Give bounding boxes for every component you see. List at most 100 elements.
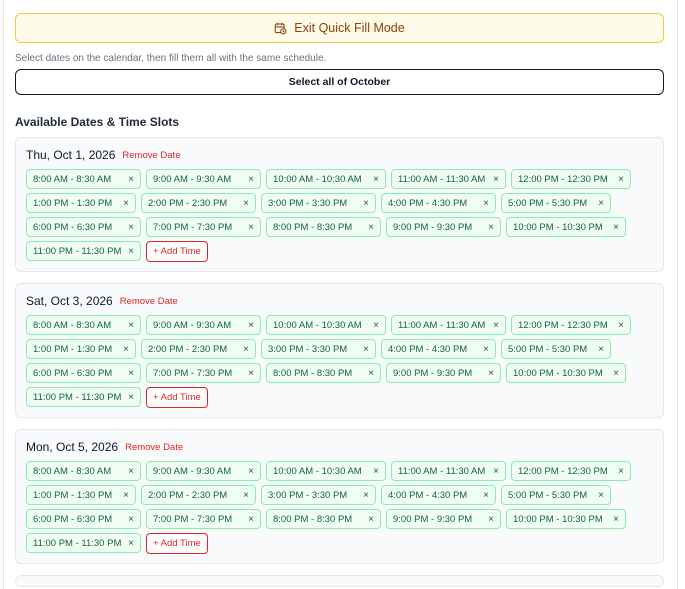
time-slot-chip[interactable]: 11:00 AM - 11:30 AM × <box>391 169 506 189</box>
time-slot-chip[interactable]: 8:00 AM - 8:30 AM × <box>26 169 141 189</box>
remove-slot-icon[interactable]: × <box>493 174 499 185</box>
time-slot-chip[interactable]: 6:00 PM - 6:30 PM × <box>26 509 141 529</box>
time-slot-chip[interactable]: 10:00 PM - 10:30 PM × <box>506 217 626 237</box>
remove-slot-icon[interactable]: × <box>368 368 374 379</box>
remove-slot-icon[interactable]: × <box>248 466 254 477</box>
time-slot-chip[interactable]: 9:00 PM - 9:30 PM × <box>386 509 501 529</box>
remove-slot-icon[interactable]: × <box>248 174 254 185</box>
remove-slot-icon[interactable]: × <box>483 344 489 355</box>
time-slot-chip[interactable]: 11:00 PM - 11:30 PM × <box>26 387 141 407</box>
remove-slot-icon[interactable]: × <box>128 368 134 379</box>
remove-slot-icon[interactable]: × <box>128 466 134 477</box>
remove-slot-icon[interactable]: × <box>248 368 254 379</box>
remove-slot-icon[interactable]: × <box>128 246 134 257</box>
time-slot-chip[interactable]: 7:00 PM - 7:30 PM × <box>146 217 261 237</box>
time-slot-chip[interactable]: 9:00 AM - 9:30 AM × <box>146 461 261 481</box>
time-slot-chip[interactable]: 1:00 PM - 1:30 PM × <box>26 485 136 505</box>
time-slot-chip[interactable]: 8:00 PM - 8:30 PM × <box>266 217 381 237</box>
remove-slot-icon[interactable]: × <box>248 514 254 525</box>
remove-slot-icon[interactable]: × <box>493 320 499 331</box>
time-slot-chip[interactable]: 3:00 PM - 3:30 PM × <box>261 193 376 213</box>
time-slot-chip[interactable]: 4:00 PM - 4:30 PM × <box>381 193 496 213</box>
time-slot-chip[interactable]: 6:00 PM - 6:30 PM × <box>26 363 141 383</box>
remove-slot-icon[interactable]: × <box>128 514 134 525</box>
time-slot-chip[interactable]: 10:00 AM - 10:30 AM × <box>266 315 386 335</box>
remove-slot-icon[interactable]: × <box>488 368 494 379</box>
time-slot-chip[interactable]: 1:00 PM - 1:30 PM × <box>26 339 136 359</box>
remove-slot-icon[interactable]: × <box>613 514 619 525</box>
remove-slot-icon[interactable]: × <box>613 222 619 233</box>
remove-slot-icon[interactable]: × <box>618 320 624 331</box>
remove-date-button[interactable]: Remove Date <box>120 296 178 307</box>
remove-slot-icon[interactable]: × <box>373 320 379 331</box>
remove-slot-icon[interactable]: × <box>363 344 369 355</box>
remove-slot-icon[interactable]: × <box>128 222 134 233</box>
time-slot-chip[interactable]: 3:00 PM - 3:30 PM × <box>261 485 376 505</box>
remove-slot-icon[interactable]: × <box>248 222 254 233</box>
remove-slot-icon[interactable]: × <box>613 368 619 379</box>
exit-quick-fill-button[interactable]: Exit Quick Fill Mode <box>15 13 664 43</box>
remove-slot-icon[interactable]: × <box>128 538 134 549</box>
remove-date-button[interactable]: Remove Date <box>125 442 183 453</box>
remove-slot-icon[interactable]: × <box>363 198 369 209</box>
time-slot-chip[interactable]: 9:00 AM - 9:30 AM × <box>146 315 261 335</box>
remove-slot-icon[interactable]: × <box>128 320 134 331</box>
remove-slot-icon[interactable]: × <box>368 222 374 233</box>
add-time-button[interactable]: + Add Time <box>146 533 208 554</box>
time-slot-chip[interactable]: 6:00 PM - 6:30 PM × <box>26 217 141 237</box>
time-slot-chip[interactable]: 2:00 PM - 2:30 PM × <box>141 193 256 213</box>
remove-slot-icon[interactable]: × <box>483 198 489 209</box>
time-slot-chip[interactable]: 8:00 AM - 8:30 AM × <box>26 461 141 481</box>
add-time-button[interactable]: + Add Time <box>146 387 208 408</box>
time-slot-chip[interactable]: 10:00 AM - 10:30 AM × <box>266 169 386 189</box>
remove-slot-icon[interactable]: × <box>483 490 489 501</box>
time-slot-chip[interactable]: 7:00 PM - 7:30 PM × <box>146 363 261 383</box>
select-all-month-button[interactable]: Select all of October <box>15 69 664 95</box>
remove-slot-icon[interactable]: × <box>243 198 249 209</box>
time-slot-chip[interactable]: 11:00 AM - 11:30 AM × <box>391 315 506 335</box>
time-slot-chip[interactable]: 4:00 PM - 4:30 PM × <box>381 485 496 505</box>
remove-slot-icon[interactable]: × <box>618 174 624 185</box>
remove-slot-icon[interactable]: × <box>243 490 249 501</box>
time-slot-chip[interactable]: 8:00 PM - 8:30 PM × <box>266 363 381 383</box>
remove-slot-icon[interactable]: × <box>243 344 249 355</box>
time-slot-chip[interactable]: 10:00 PM - 10:30 PM × <box>506 509 626 529</box>
time-slot-chip[interactable]: 2:00 PM - 2:30 PM × <box>141 485 256 505</box>
remove-slot-icon[interactable]: × <box>123 490 129 501</box>
time-slot-chip[interactable]: 5:00 PM - 5:30 PM × <box>501 485 611 505</box>
time-slot-chip[interactable]: 4:00 PM - 4:30 PM × <box>381 339 496 359</box>
remove-slot-icon[interactable]: × <box>598 344 604 355</box>
remove-slot-icon[interactable]: × <box>248 320 254 331</box>
remove-slot-icon[interactable]: × <box>488 514 494 525</box>
remove-slot-icon[interactable]: × <box>488 222 494 233</box>
time-slot-chip[interactable]: 9:00 AM - 9:30 AM × <box>146 169 261 189</box>
time-slot-chip[interactable]: 11:00 PM - 11:30 PM × <box>26 241 141 261</box>
time-slot-chip[interactable]: 9:00 PM - 9:30 PM × <box>386 363 501 383</box>
time-slot-chip[interactable]: 11:00 AM - 11:30 AM × <box>391 461 506 481</box>
time-slot-chip[interactable]: 5:00 PM - 5:30 PM × <box>501 339 611 359</box>
remove-slot-icon[interactable]: × <box>123 198 129 209</box>
remove-slot-icon[interactable]: × <box>373 466 379 477</box>
time-slot-chip[interactable]: 7:00 PM - 7:30 PM × <box>146 509 261 529</box>
remove-slot-icon[interactable]: × <box>363 490 369 501</box>
remove-slot-icon[interactable]: × <box>618 466 624 477</box>
time-slot-chip[interactable]: 12:00 PM - 12:30 PM × <box>511 315 631 335</box>
time-slot-chip[interactable]: 3:00 PM - 3:30 PM × <box>261 339 376 359</box>
remove-slot-icon[interactable]: × <box>128 174 134 185</box>
time-slot-chip[interactable]: 9:00 PM - 9:30 PM × <box>386 217 501 237</box>
remove-slot-icon[interactable]: × <box>373 174 379 185</box>
time-slot-chip[interactable]: 10:00 AM - 10:30 AM × <box>266 461 386 481</box>
time-slot-chip[interactable]: 10:00 PM - 10:30 PM × <box>506 363 626 383</box>
time-slot-chip[interactable]: 2:00 PM - 2:30 PM × <box>141 339 256 359</box>
time-slot-chip[interactable]: 8:00 PM - 8:30 PM × <box>266 509 381 529</box>
remove-slot-icon[interactable]: × <box>128 392 134 403</box>
add-time-button[interactable]: + Add Time <box>146 241 208 262</box>
time-slot-chip[interactable]: 5:00 PM - 5:30 PM × <box>501 193 611 213</box>
remove-slot-icon[interactable]: × <box>368 514 374 525</box>
remove-slot-icon[interactable]: × <box>123 344 129 355</box>
time-slot-chip[interactable]: 12:00 PM - 12:30 PM × <box>511 461 631 481</box>
time-slot-chip[interactable]: 11:00 PM - 11:30 PM × <box>26 533 141 553</box>
remove-date-button[interactable]: Remove Date <box>122 150 180 161</box>
remove-slot-icon[interactable]: × <box>598 490 604 501</box>
remove-slot-icon[interactable]: × <box>493 466 499 477</box>
